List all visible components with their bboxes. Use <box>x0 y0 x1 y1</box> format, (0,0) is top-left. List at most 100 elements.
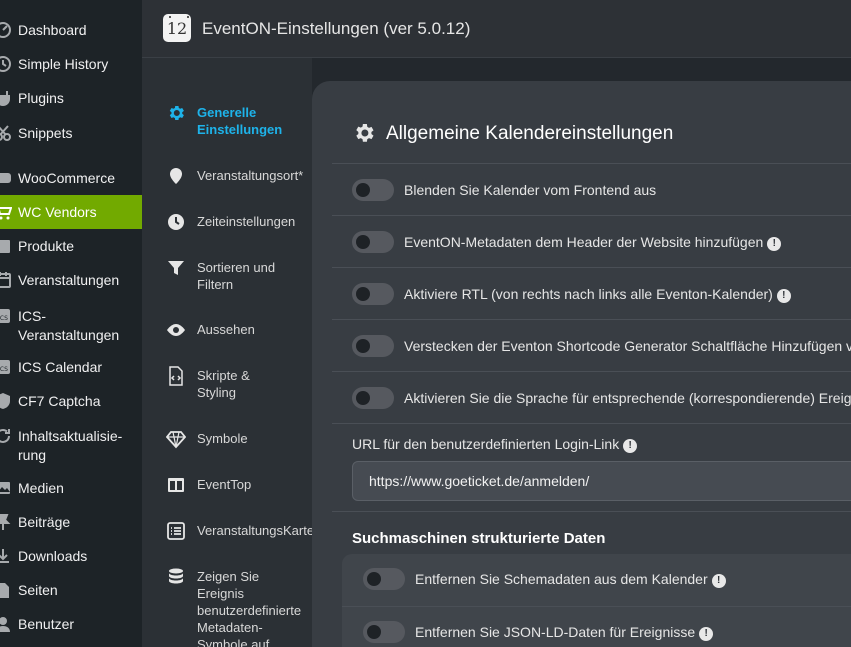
sidebar-item-label: Medien <box>18 480 64 496</box>
sidebar-item-woocommerce[interactable]: WooCommerce <box>0 161 142 195</box>
info-icon[interactable]: ! <box>767 237 782 251</box>
media-icon <box>0 479 12 497</box>
nav-item-label: Skripte & Styling <box>197 368 250 400</box>
setting-label: Blenden Sie Kalender vom Frontend aus <box>404 182 657 198</box>
user-icon <box>0 615 12 633</box>
setting-row: Aktivieren Sie die Sprache für entsprech… <box>332 371 851 423</box>
sidebar-item-veranstaltungen[interactable]: Veranstaltungen <box>0 263 142 297</box>
nav-item-skripte-styling[interactable]: Skripte & Styling <box>142 366 317 426</box>
seo-setting-row: Entfernen Sie Schemadaten aus dem Kalend… <box>342 554 851 606</box>
toggle-switch[interactable] <box>352 335 394 357</box>
toggle-switch[interactable] <box>352 179 394 201</box>
info-icon[interactable]: ! <box>776 289 791 303</box>
sidebar-item-beitr-ge[interactable]: Beiträge <box>0 505 142 539</box>
nav-item-label: Sortieren und Filtern <box>197 260 276 292</box>
sidebar-item-label: Plugins <box>18 90 64 106</box>
toggle-switch[interactable] <box>363 621 405 643</box>
page-icon <box>0 581 12 599</box>
wp-admin-sidebar: Dashboard Simple History Plugins Snippets Wo… <box>0 0 142 647</box>
eventon-header: 12 EventON-Einstellungen (ver 5.0.12) <box>142 0 851 58</box>
location-pin-icon <box>166 166 186 186</box>
sidebar-item-inhaltsaktualisie-rung[interactable]: Inhaltsaktualisie- rung <box>0 419 142 471</box>
svg-text:ICS: ICS <box>0 315 8 322</box>
ics-icon: ICS <box>0 307 12 325</box>
database-icon <box>166 567 186 587</box>
nav-item-generelle-einstellungen[interactable]: Generelle Einstellungen <box>142 103 317 163</box>
download-icon <box>0 547 12 565</box>
sidebar-item-simple-history[interactable]: Simple History <box>0 47 142 81</box>
nav-item-label: Zeiteinstellungen <box>197 214 296 229</box>
sidebar-item-label: Seiten <box>18 582 58 598</box>
columns-icon <box>166 475 186 495</box>
sidebar-item-dashboard[interactable]: Dashboard <box>0 13 142 47</box>
diamond-icon <box>166 429 186 449</box>
plugin-icon <box>0 89 12 107</box>
scissors-icon <box>0 124 12 142</box>
sidebar-item-label: Beiträge <box>18 514 71 530</box>
woocommerce-icon <box>0 169 12 187</box>
section-title: Allgemeine Kalendereinstellungen <box>386 123 674 144</box>
sidebar-item-label: Downloads <box>18 548 88 564</box>
nav-item-zeigen-sie-ereignis-benutzerdefinierte-m[interactable]: Zeigen Sie Ereignis benutzerdefinierte M… <box>142 567 317 647</box>
sidebar-item-label: ICS- Veranstaltungen <box>18 308 120 343</box>
sidebar-item-label: CF7 Captcha <box>18 393 101 409</box>
toggle-switch[interactable] <box>352 387 394 409</box>
sidebar-item-seiten[interactable]: Seiten <box>0 573 142 607</box>
seo-settings-box: Entfernen Sie Schemadaten aus dem Kalend… <box>342 554 851 647</box>
sidebar-item-plugins[interactable]: Plugins <box>0 81 142 115</box>
sidebar-item-cf7-captcha[interactable]: CF7 Captcha <box>0 384 142 418</box>
sidebar-item-label: ICS Calendar <box>18 359 103 375</box>
login-url-input[interactable] <box>352 461 851 501</box>
sidebar-item-label: Dashboard <box>18 22 87 38</box>
ics-icon: ICS <box>0 358 12 376</box>
nav-item-label: Aussehen <box>197 322 255 337</box>
svg-text:ICS: ICS <box>0 366 8 373</box>
sidebar-item-downloads[interactable]: Downloads <box>0 539 142 573</box>
eye-icon <box>166 320 186 340</box>
sidebar-item-label: WooCommerce <box>18 170 115 186</box>
sidebar-item-label: Benutzer <box>18 616 75 632</box>
sidebar-item-label: Veranstaltungen <box>18 272 120 288</box>
login-url-label: URL für den benutzerdefinierten Login-Li… <box>352 436 638 453</box>
info-icon[interactable]: ! <box>711 574 726 588</box>
calendar-icon <box>0 271 12 289</box>
setting-row: Aktiviere RTL (von rechts nach links all… <box>332 267 851 319</box>
settings-nav: Generelle Einstellungen Veranstaltungsort… <box>142 58 314 647</box>
toggle-switch[interactable] <box>352 283 394 305</box>
nav-item-sortieren-und-filtern[interactable]: Sortieren und Filtern <box>142 258 317 318</box>
nav-item-label: Generelle Einstellungen <box>197 105 283 137</box>
sidebar-item-label: Snippets <box>18 125 73 141</box>
toggle-switch[interactable] <box>352 231 394 253</box>
toggle-switch[interactable] <box>363 568 405 590</box>
info-icon[interactable]: ! <box>623 439 638 453</box>
nav-item-label: Symbole <box>197 431 248 446</box>
dashboard-icon <box>0 21 12 39</box>
seo-section-title: Suchmaschinen strukturierte Daten <box>352 530 606 547</box>
setting-row: Verstecken der Eventon Shortcode Generat… <box>332 319 851 371</box>
code-file-icon <box>166 366 186 386</box>
sidebar-item-ics-veranstaltungen[interactable]: ICS ICS- Veranstaltungen <box>0 299 142 347</box>
sidebar-item-wc-vendors[interactable]: WC Vendors <box>0 195 142 229</box>
gear-icon <box>356 124 374 142</box>
captcha-icon <box>0 392 12 410</box>
info-icon[interactable]: ! <box>699 627 714 641</box>
settings-panel: Allgemeine Kalendereinstellungen Blenden… <box>312 81 851 647</box>
product-icon <box>0 237 12 255</box>
sidebar-item-medien[interactable]: Medien <box>0 471 142 505</box>
sidebar-item-label: Simple History <box>18 56 109 72</box>
seo-setting-row: Entfernen Sie JSON-LD-Daten für Ereignis… <box>342 606 851 647</box>
sidebar-item-benutzer[interactable]: Benutzer <box>0 607 142 641</box>
sidebar-item-snippets[interactable]: Snippets <box>0 116 142 150</box>
setting-label: Entfernen Sie Schemadaten aus dem Kalend… <box>415 571 726 588</box>
seo-section: Suchmaschinen strukturierte Daten Entfer… <box>332 511 851 647</box>
sidebar-item-label: Produkte <box>18 238 75 254</box>
history-icon <box>0 55 12 73</box>
setting-label: Aktiviere RTL (von rechts nach links all… <box>404 286 791 303</box>
setting-label: Aktivieren Sie die Sprache für entsprech… <box>404 390 851 406</box>
setting-label: Verstecken der Eventon Shortcode Generat… <box>404 338 851 354</box>
sidebar-item-produkte[interactable]: Produkte <box>0 229 142 263</box>
setting-row: EventON-Metadaten dem Header der Website… <box>332 215 851 267</box>
nav-item-label: EventTop <box>197 477 252 492</box>
eventon-logo-icon: 12 <box>163 14 191 42</box>
sidebar-item-ics-calendar[interactable]: ICS ICS Calendar <box>0 350 142 384</box>
